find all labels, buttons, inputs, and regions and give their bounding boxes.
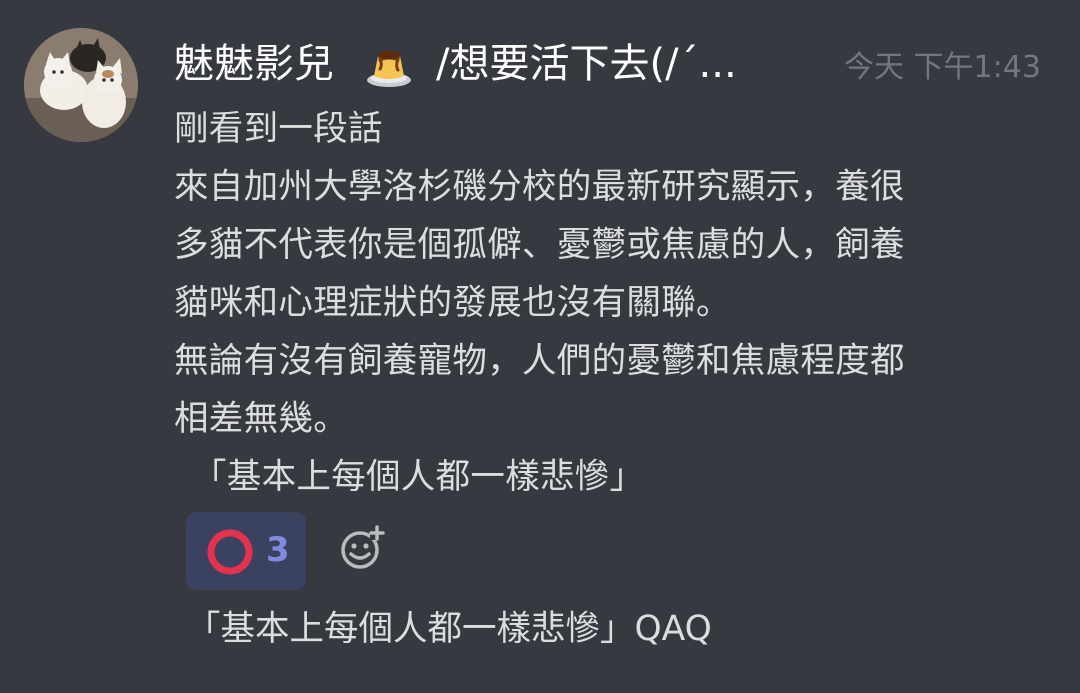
message-header: 魅魅影兒 /想要活下去(/´... 今天 下午1:43: [174, 30, 1064, 100]
add-reaction-icon[interactable]: [338, 524, 386, 572]
reply-message-text: 「基本上每個人都一樣悲慘」QAQ: [186, 609, 712, 649]
chat-message: 魅魅影兒 /想要活下去(/´... 今天 下午1:43 剛看到一段話 來自加州大…: [0, 0, 1080, 693]
red-circle-icon: [206, 528, 254, 576]
message-line: 來自加州大學洛杉磯分校的最新研究顯示，養很: [174, 167, 905, 207]
message-line: 多貓不代表你是個孤僻、憂鬱或焦慮的人，飼養: [174, 225, 905, 265]
message-line: 無論有沒有飼養寵物，人們的憂鬱和焦慮程度都: [174, 341, 905, 381]
message-line: 貓咪和心理症狀的發展也沒有關聯。: [174, 283, 731, 323]
author-name[interactable]: 魅魅影兒: [174, 36, 334, 92]
message-line: 相差無幾。: [174, 399, 348, 439]
user-avatar[interactable]: [24, 28, 138, 142]
message-body: 剛看到一段話 來自加州大學洛杉磯分校的最新研究顯示，養很 多貓不代表你是個孤僻、…: [174, 100, 1054, 506]
reaction-chip[interactable]: 3: [186, 512, 306, 590]
pudding-icon: [366, 44, 412, 88]
message-line: 剛看到一段話: [174, 109, 383, 149]
reaction-count: 3: [266, 530, 290, 570]
message-timestamp: 今天 下午1:43: [844, 50, 1041, 85]
author-name-suffix[interactable]: /想要活下去(/´...: [436, 36, 737, 92]
message-line: 「基本上每個人都一樣悲慘」: [192, 457, 645, 497]
